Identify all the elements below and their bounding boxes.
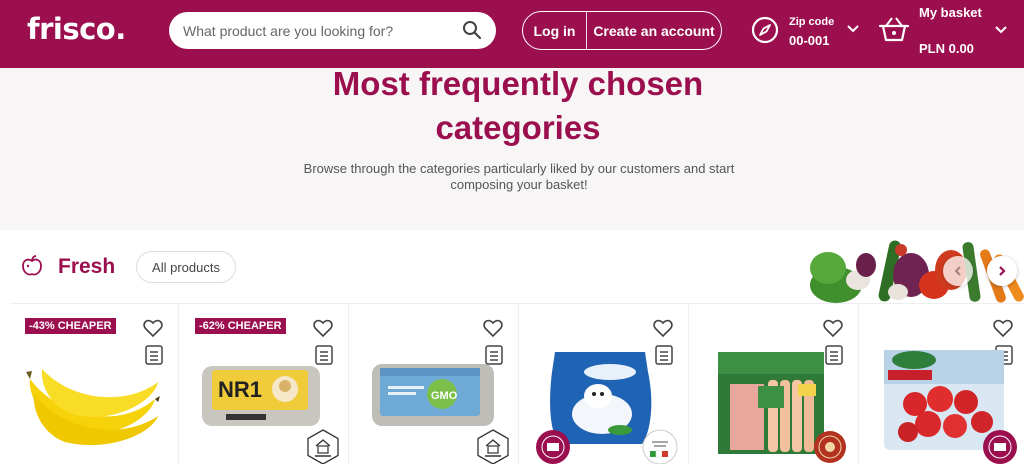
apple-icon (22, 255, 42, 276)
page-subtitle-line: composing your basket! (450, 177, 588, 192)
product-image-bananas[interactable] (20, 344, 160, 454)
product-carousel: -43% CHEAPER -62% CHEAPER NR1 GMO (10, 303, 1024, 464)
compass-icon[interactable] (751, 16, 779, 44)
search-input[interactable] (183, 12, 453, 49)
section-title: Fresh (58, 255, 116, 278)
free-delivery-badge-icon (983, 430, 1017, 464)
product-card[interactable]: -62% CHEAPER NR1 (180, 304, 349, 464)
heart-icon[interactable] (653, 319, 673, 337)
discount-badge: -62% CHEAPER (195, 318, 286, 334)
free-delivery-badge-icon (536, 430, 570, 464)
fresh-section: Fresh All products -43% CHEAPER -62% CHE… (0, 230, 1024, 464)
product-card[interactable] (520, 304, 689, 464)
page-title: Most frequently chosen categories (0, 62, 1024, 150)
carousel-next-button[interactable] (987, 256, 1017, 286)
chevron-right-icon (999, 266, 1006, 276)
svg-text:NR1: NR1 (218, 377, 262, 402)
svg-text:GMO: GMO (431, 390, 458, 402)
chevron-down-icon[interactable] (846, 24, 860, 34)
product-card[interactable] (690, 304, 859, 464)
zip-code-label[interactable]: Zip code (789, 16, 834, 28)
page-title-line: categories (435, 109, 601, 146)
login-button[interactable]: Log in (523, 12, 587, 49)
award-seal-icon (814, 431, 846, 463)
lokalni-seal-icon (307, 429, 339, 464)
heart-icon[interactable] (823, 319, 843, 337)
basket-label[interactable]: My basket (919, 5, 982, 20)
heart-icon[interactable] (143, 319, 163, 337)
page-title-line: Most frequently chosen (332, 65, 704, 102)
chevron-left-icon (954, 266, 961, 276)
zip-code-value[interactable]: 00-001 (789, 33, 829, 48)
page-subtitle: Browse through the categories particular… (286, 161, 752, 193)
basket-icon[interactable] (878, 15, 910, 43)
lokalni-seal-icon (477, 429, 509, 464)
frisco-logo[interactable]: frisco. (27, 12, 126, 46)
basket-total[interactable]: PLN 0.00 (919, 41, 974, 56)
carousel-prev-button[interactable] (943, 256, 973, 286)
auth-group: Log in Create an account (522, 11, 722, 50)
discount-badge: -43% CHEAPER (25, 318, 116, 334)
header: frisco. Log in Create an account Zip cod… (0, 0, 1024, 68)
chevron-down-icon[interactable] (994, 25, 1008, 35)
strefa-wloska-seal-icon (642, 429, 678, 464)
all-products-button[interactable]: All products (136, 251, 236, 283)
product-card[interactable] (860, 304, 1024, 464)
product-card[interactable]: -43% CHEAPER (10, 304, 179, 464)
heart-icon[interactable] (313, 319, 333, 337)
create-account-button[interactable]: Create an account (587, 12, 721, 49)
page-subtitle-line: Browse through the categories particular… (303, 161, 735, 176)
heart-icon[interactable] (993, 319, 1013, 337)
product-card[interactable]: GMO (350, 304, 519, 464)
search-bar[interactable] (169, 12, 496, 49)
search-icon[interactable] (462, 20, 482, 40)
heart-icon[interactable] (483, 319, 503, 337)
